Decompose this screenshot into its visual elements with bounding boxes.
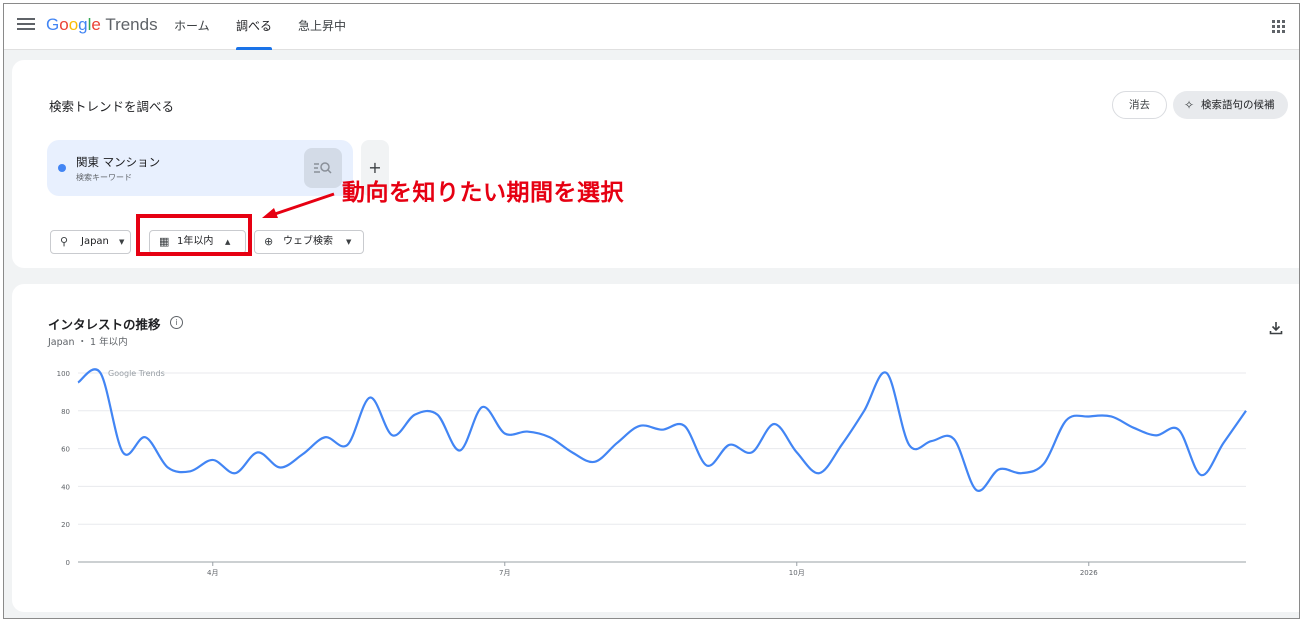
y-tick-label: 20: [61, 521, 70, 529]
series-color-dot: [58, 164, 66, 172]
caret-down-icon: ▼: [119, 238, 125, 246]
sparkle-icon: ✧: [1184, 98, 1195, 112]
search-term-label: 関東 マンション: [76, 155, 161, 169]
region-filter[interactable]: ⚲ Japan ▼: [50, 230, 131, 254]
y-tick-label: 0: [66, 559, 70, 567]
series-line: [77, 368, 1247, 492]
interest-over-time-card: インタレストの推移 i Japan ・ 1 年以内 0 20 40 60 80 100 4月…: [12, 284, 1299, 612]
x-tick-label: 2026: [1080, 569, 1098, 577]
logo-letter: o: [68, 15, 79, 34]
tab-explore[interactable]: 調べる: [236, 4, 273, 50]
caret-down-icon: ▼: [346, 238, 352, 246]
tab-trending-now[interactable]: 急上昇中: [298, 4, 346, 50]
search-property-filter[interactable]: ⊕ ウェブ検索 ▼: [254, 230, 364, 254]
google-apps-icon[interactable]: [1272, 20, 1285, 33]
search-term-chip[interactable]: 関東 マンション 検索キーワード: [47, 140, 353, 196]
y-tick-label: 40: [61, 483, 70, 491]
suggest-terms-button[interactable]: ✧ 検索語句の候補: [1173, 91, 1288, 119]
google-trends-logo[interactable]: Google Trends: [46, 15, 158, 35]
browser-frame: Google Trends ホーム 調べる 急上昇中 検索トレンドを調べる 消去…: [3, 3, 1300, 619]
logo-letter: e: [91, 15, 101, 34]
search-list-icon: [314, 162, 332, 174]
suggest-terms-label: 検索語句の候補: [1201, 99, 1275, 111]
logo-letter: o: [59, 15, 69, 34]
search-property-label: ウェブ検索: [283, 236, 333, 247]
annotation-arrow: [262, 192, 335, 218]
tab-home[interactable]: ホーム: [174, 4, 210, 50]
period-highlight-box: [136, 214, 252, 256]
explore-title: 検索トレンドを調べる: [49, 99, 175, 114]
term-search-button[interactable]: [304, 148, 342, 188]
clear-button[interactable]: 消去: [1112, 91, 1167, 119]
interest-line-chart: 0 20 40 60 80 100 4月 7月 10月 2026 Google Trends: [57, 368, 1247, 577]
search-term-type: 検索キーワード: [76, 173, 132, 182]
y-tick-label: 80: [61, 408, 70, 416]
y-tick-label: 60: [61, 446, 70, 454]
x-tick-label: 7月: [499, 569, 510, 577]
top-app-bar: Google Trends ホーム 調べる 急上昇中: [4, 4, 1299, 50]
logo-letter: G: [46, 15, 60, 34]
x-tick-label: 10月: [789, 569, 805, 577]
location-pin-icon: ⚲: [60, 235, 69, 248]
hamburger-menu-icon[interactable]: [17, 18, 35, 34]
x-tick-label: 4月: [207, 569, 218, 577]
globe-icon: ⊕: [264, 235, 274, 248]
y-tick-label: 100: [57, 370, 70, 378]
logo-suffix: Trends: [105, 15, 158, 34]
region-filter-label: Japan: [81, 236, 109, 247]
logo-letter: g: [78, 15, 88, 34]
annotation-text: 動向を知りたい期間を選択: [342, 180, 624, 206]
chart-watermark: Google Trends: [108, 369, 165, 378]
